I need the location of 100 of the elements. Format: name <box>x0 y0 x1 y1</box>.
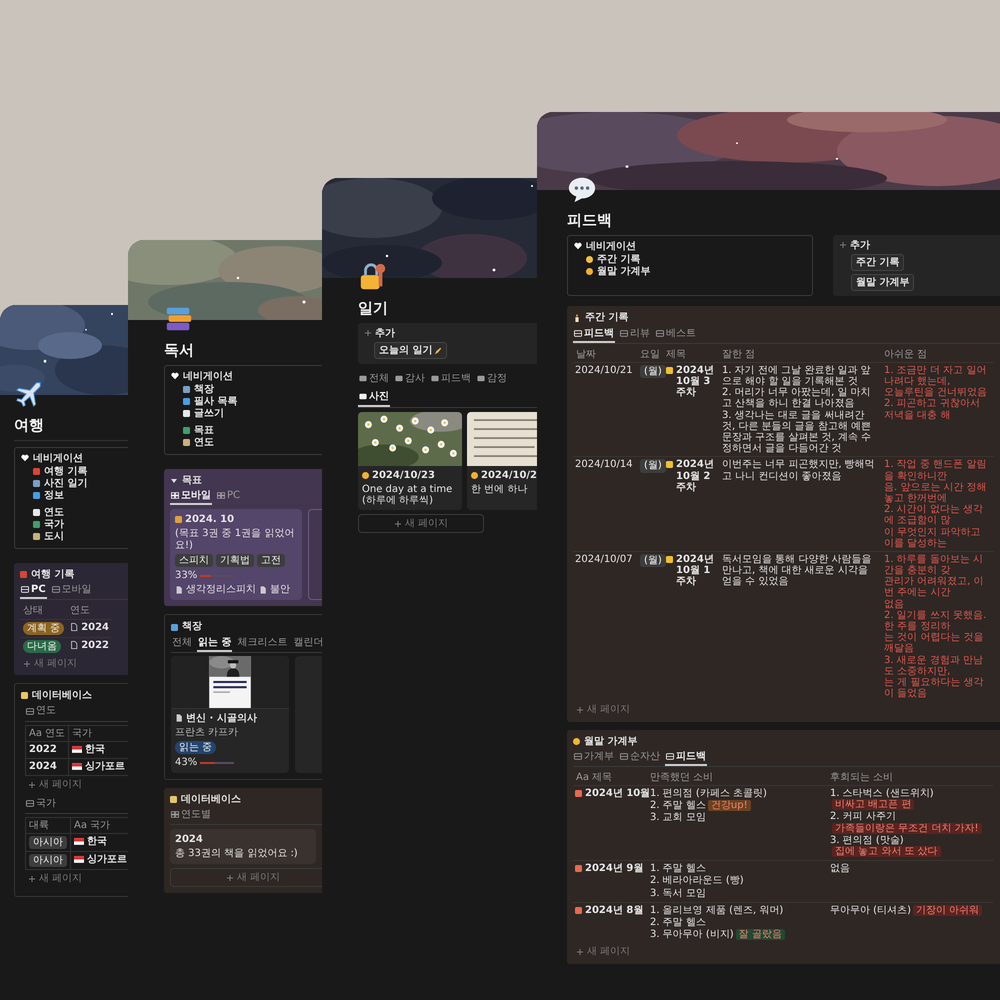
calendar-icon <box>575 906 582 914</box>
view-tab[interactable]: 피드백 <box>430 372 472 388</box>
page-link[interactable]: 여행 기록 <box>44 466 88 478</box>
tag: 집에 놓고 와서 또 샀다 <box>832 846 941 858</box>
view-tab[interactable]: 감사 <box>394 372 426 388</box>
column-header: 연도 <box>67 603 112 620</box>
tag: 건강up! <box>708 800 751 812</box>
page-link[interactable]: 연도 <box>44 506 64 518</box>
note-icon <box>666 366 673 374</box>
view-tab[interactable]: 연도별 <box>170 808 212 824</box>
view-tab[interactable]: 모바일 <box>170 489 212 506</box>
diary-card[interactable]: 2024/10/2 한 번에 하나 <box>467 412 537 510</box>
book-card[interactable]: 변신 · 시골의사 프란츠 카프카 읽는 중 43% <box>171 656 289 773</box>
column-header: Aa 제목 <box>573 770 647 786</box>
status-tag: 다녀옴 <box>23 640 61 654</box>
page-link[interactable]: 정보 <box>44 490 64 502</box>
calendar-icon <box>175 516 182 524</box>
grid-icon <box>171 810 179 818</box>
add-entry-button[interactable]: 주간 기록 <box>851 254 904 272</box>
goal-note: (목표 3권 중 1권을 읽었어요!) <box>175 528 296 551</box>
cell-text: 3. 교회 모임 <box>650 812 706 824</box>
view-tab[interactable]: 리뷰 <box>619 326 651 343</box>
cell-text: 2024 <box>81 622 110 633</box>
status-tag: 읽는 중 <box>175 741 216 754</box>
column-header: 잘한 점 <box>719 346 881 362</box>
view-tab[interactable]: 캘린더 <box>292 636 322 652</box>
view-tab[interactable]: 감정 <box>476 372 508 388</box>
page-link[interactable]: 글쓰기 <box>194 408 224 420</box>
view-tab[interactable]: 전체 <box>358 372 390 388</box>
cell-text: 2. 주말 헬스 <box>650 916 706 928</box>
cell-text: 싱가포르 <box>87 854 127 866</box>
new-page-button[interactable]: 새 페이지 <box>358 514 484 534</box>
cell-text: 2. 커피 사주기 <box>830 811 896 822</box>
page-link[interactable]: 도시 <box>44 530 64 542</box>
cell-text: 2024년 10월 1주차 <box>676 554 715 588</box>
folder-icon <box>170 796 177 803</box>
section-title: 여행 기록 <box>31 569 74 580</box>
page-link[interactable]: 책장 <box>194 384 214 396</box>
page-link[interactable]: 연도 <box>194 436 214 448</box>
page-link[interactable]: 사진 일기 <box>44 478 88 490</box>
new-page-button[interactable]: 새 페이지 <box>25 870 128 884</box>
view-tab[interactable]: 체크리스트 <box>236 636 288 652</box>
view-tab[interactable]: 모바일 <box>50 583 93 600</box>
status-tag: 계획 중 <box>23 622 64 635</box>
day-tag: (월) <box>640 554 666 568</box>
page-link[interactable]: 목표 <box>194 424 214 436</box>
column-header: 대륙 <box>26 817 70 834</box>
table-icon <box>620 752 628 760</box>
tag: 비싸고 배고픈 편 <box>832 799 914 810</box>
cell-text: 2. 주말 헬스 <box>650 800 706 812</box>
cell-text: 2024년 9월 <box>585 863 644 874</box>
progress-percent: 43% <box>175 757 198 769</box>
cell-text: 없음 <box>830 863 850 874</box>
bookshelf-icon <box>171 624 178 631</box>
page-title: 피드백 <box>567 212 613 229</box>
view-tab[interactable]: 베스트 <box>655 326 697 343</box>
view-tab[interactable]: 읽는 중 <box>197 636 232 652</box>
plus-icon <box>364 329 372 338</box>
book-link[interactable]: 생각정리스피치 <box>186 584 256 596</box>
diary-card[interactable]: 2024/10/23 One day at a time (하루에 하루씩) <box>358 412 462 510</box>
cell-text: 3. 독서 모임 <box>650 888 706 899</box>
table-icon <box>26 708 34 715</box>
view-tab[interactable]: 사진 <box>358 390 390 407</box>
page-link[interactable]: 월말 가계부 <box>597 266 650 278</box>
view-tab[interactable]: 국가 <box>25 796 57 813</box>
cell-text: 3. 무아무아 (비지) <box>650 929 734 940</box>
book-link[interactable]: 불안 <box>270 584 290 596</box>
section-title: 데이터베이스 <box>181 794 241 805</box>
panel-heading: 추가 <box>375 328 395 339</box>
plus-icon <box>28 780 36 789</box>
view-tab[interactable]: 순자산 <box>619 750 661 766</box>
view-tab[interactable]: 피드백 <box>573 326 615 343</box>
view-tab[interactable]: 연도 <box>25 704 57 721</box>
cell-text: 2024년 10월 <box>585 788 650 800</box>
add-entry-button[interactable]: 월말 가계부 <box>851 274 914 292</box>
view-tab[interactable]: 가계부 <box>573 750 615 766</box>
view-tab[interactable]: PC <box>20 583 47 600</box>
cell-text: 한국 <box>85 744 106 755</box>
section-title: 목표 <box>182 474 202 486</box>
cell-text: 2024 <box>29 761 57 772</box>
cell-text: 2024년 10월 2주차 <box>676 459 715 493</box>
add-entry-button[interactable]: 오늘의 일기 <box>374 342 448 360</box>
flag-icon <box>74 856 84 864</box>
view-tab[interactable]: PC <box>216 489 242 506</box>
cell-text: 1. 올리브영 제품 (렌즈, 워머) <box>650 904 784 916</box>
entry-date: 2024/10/2 <box>481 470 537 481</box>
new-page-button[interactable]: 새 페이지 <box>25 776 128 791</box>
view-tab[interactable]: 피드백 <box>665 750 707 766</box>
select-tag: 아시아 <box>29 854 67 868</box>
view-tab[interactable]: 전체 <box>171 636 193 652</box>
note-icon <box>666 461 673 468</box>
page-link[interactable]: 국가 <box>44 518 64 530</box>
coin-icon <box>573 738 580 745</box>
toggle-icon[interactable] <box>170 476 178 485</box>
page-link[interactable]: 주간 기록 <box>597 254 640 266</box>
calendar-icon <box>575 790 582 798</box>
card-title: 2024. 10 <box>185 514 234 526</box>
page-link[interactable]: 필사 목록 <box>194 396 238 408</box>
cell-text: 2024년 8월 <box>585 904 644 916</box>
day-tag: (월) <box>640 364 666 378</box>
